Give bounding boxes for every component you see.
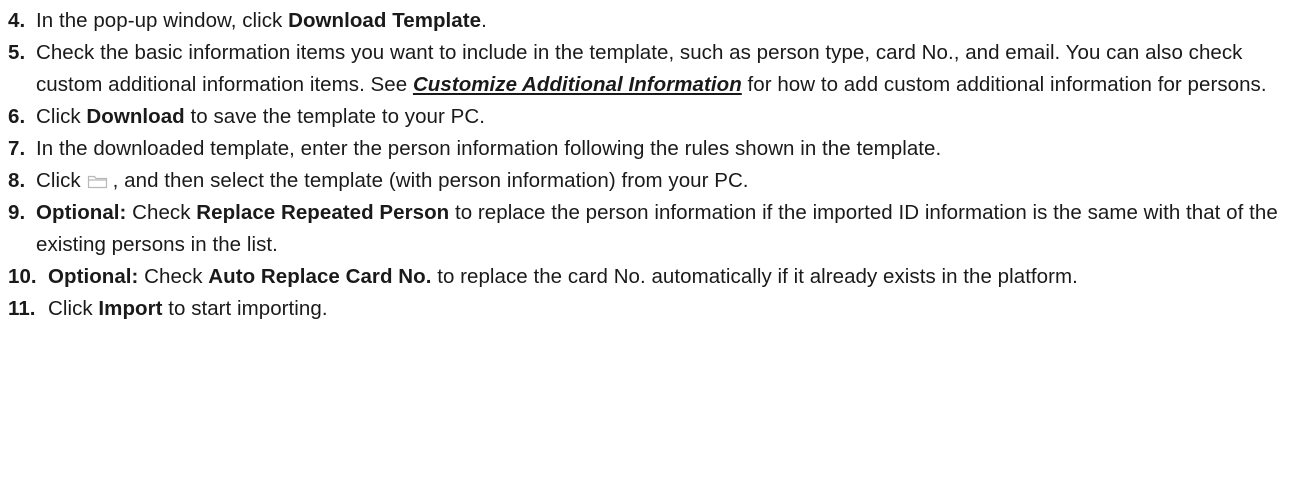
step-text: Check (138, 265, 209, 288)
step-text: for how to add custom additional informa… (741, 73, 1267, 96)
step-10: 10. Optional: Check Auto Replace Card No.… (8, 261, 1288, 293)
step-7: 7. In the downloaded template, enter the … (8, 133, 1288, 165)
step-text: In the pop-up window, click (36, 9, 289, 32)
optional-label: Optional: (48, 265, 139, 288)
step-text: Check (126, 201, 197, 224)
ui-term-replace-repeated-person: Replace Repeated Person (196, 201, 450, 224)
step-8: 8. Click , and then select the template (w… (8, 165, 1288, 197)
step-number: 10. (8, 265, 37, 288)
step-number: 9. (8, 201, 26, 224)
step-text: , and then select the template (with per… (112, 169, 749, 192)
step-6: 6. Click Download to save the template to… (8, 101, 1288, 133)
instruction-steps: 4. In the pop-up window, click Download T… (0, 0, 1288, 325)
step-number: 7. (8, 137, 26, 160)
step-text: Click (36, 169, 81, 192)
step-text: to start importing. (162, 297, 328, 320)
ui-term-import: Import (98, 297, 163, 320)
step-number: 6. (8, 105, 26, 128)
ui-term-download: Download (86, 105, 185, 128)
step-number: 8. (8, 169, 26, 192)
ui-term-auto-replace-card-no: Auto Replace Card No. (208, 265, 432, 288)
step-text: to save the template to your PC. (184, 105, 485, 128)
folder-icon (87, 167, 109, 189)
step-11: 11. Click Import to start importing. (8, 293, 1288, 325)
step-text: Click (36, 105, 87, 128)
optional-label: Optional: (36, 201, 127, 224)
step-9: 9. Optional: Check Replace Repeated Perso… (8, 197, 1288, 261)
step-number: 5. (8, 41, 26, 64)
step-text: . (481, 9, 487, 32)
step-text: Click (48, 297, 99, 320)
step-number: 4. (8, 9, 26, 32)
step-number: 11. (8, 297, 36, 320)
ui-term-download-template: Download Template (288, 9, 482, 32)
customize-additional-information-link[interactable]: Customize Additional Information (413, 73, 742, 96)
step-text: to replace the card No. automatically if… (431, 265, 1078, 288)
step-5: 5. Check the basic information items you … (8, 37, 1288, 101)
step-4: 4. In the pop-up window, click Download T… (8, 5, 1288, 37)
step-text: In the downloaded template, enter the pe… (36, 137, 942, 160)
